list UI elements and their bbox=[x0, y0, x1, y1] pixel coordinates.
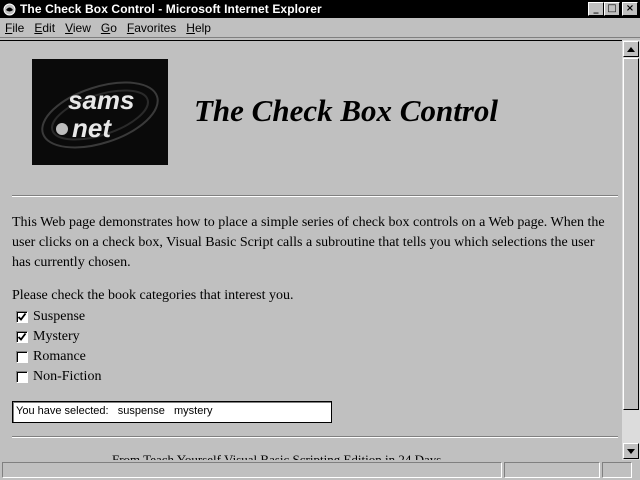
scroll-up-button[interactable] bbox=[623, 41, 639, 57]
close-button[interactable]: × bbox=[622, 2, 638, 16]
logo-text-sams: sams bbox=[68, 85, 135, 115]
menu-view[interactable]: View bbox=[60, 21, 96, 35]
option-romance[interactable]: Romance bbox=[16, 347, 101, 367]
page-title: The Check Box Control bbox=[194, 93, 499, 128]
menu-edit[interactable]: Edit bbox=[29, 21, 60, 35]
arrow-down-icon bbox=[627, 448, 635, 454]
checkbox-label: Mystery bbox=[33, 329, 80, 344]
window-title: The Check Box Control - Microsoft Intern… bbox=[20, 2, 322, 16]
footer-credit: From Teach Yourself Visual Basic Scripti… bbox=[112, 452, 442, 460]
checkbox-label: Non-Fiction bbox=[33, 369, 102, 384]
minimize-button[interactable]: _ bbox=[588, 2, 604, 16]
status-pane-zone bbox=[504, 462, 600, 478]
arrow-up-icon bbox=[627, 46, 635, 52]
sams-net-logo[interactable]: sams net bbox=[32, 59, 168, 165]
selection-result-field[interactable]: You have selected: suspense mystery bbox=[12, 401, 332, 423]
menu-bar: File Edit View Go Favorites Help bbox=[0, 18, 640, 38]
checkbox-label: Romance bbox=[33, 349, 86, 364]
intro-paragraph: This Web page demonstrates how to place … bbox=[12, 215, 605, 270]
divider-top bbox=[12, 195, 618, 197]
vertical-scrollbar[interactable] bbox=[622, 40, 640, 460]
status-pane-security bbox=[602, 462, 632, 478]
status-bar bbox=[0, 460, 640, 480]
menu-favorites[interactable]: Favorites bbox=[122, 21, 181, 35]
scroll-thumb[interactable] bbox=[623, 58, 639, 410]
checkbox-group: Suspense Mystery Romance Non-Fiction bbox=[16, 307, 101, 387]
page-viewport: sams net The Check Box Control This Web … bbox=[0, 40, 622, 460]
checkbox-mystery[interactable] bbox=[16, 331, 28, 343]
menu-file[interactable]: File bbox=[0, 21, 29, 35]
menu-help[interactable]: Help bbox=[181, 21, 216, 35]
instruction-text: Please check the book categories that in… bbox=[12, 288, 294, 303]
title-bar: The Check Box Control - Microsoft Intern… bbox=[0, 0, 640, 18]
restore-button[interactable]: □ bbox=[604, 2, 620, 16]
ie-icon bbox=[2, 2, 16, 16]
checkbox-romance[interactable] bbox=[16, 351, 28, 363]
option-suspense[interactable]: Suspense bbox=[16, 307, 101, 327]
option-non-fiction[interactable]: Non-Fiction bbox=[16, 367, 101, 387]
divider-bottom bbox=[12, 436, 618, 438]
checkbox-non-fiction[interactable] bbox=[16, 371, 28, 383]
option-mystery[interactable]: Mystery bbox=[16, 327, 101, 347]
checkbox-label: Suspense bbox=[33, 309, 86, 324]
status-pane-main bbox=[2, 462, 502, 478]
scroll-down-button[interactable] bbox=[623, 443, 639, 459]
checkbox-suspense[interactable] bbox=[16, 311, 28, 323]
menu-go[interactable]: Go bbox=[96, 21, 122, 35]
logo-text-net: net bbox=[72, 113, 112, 143]
